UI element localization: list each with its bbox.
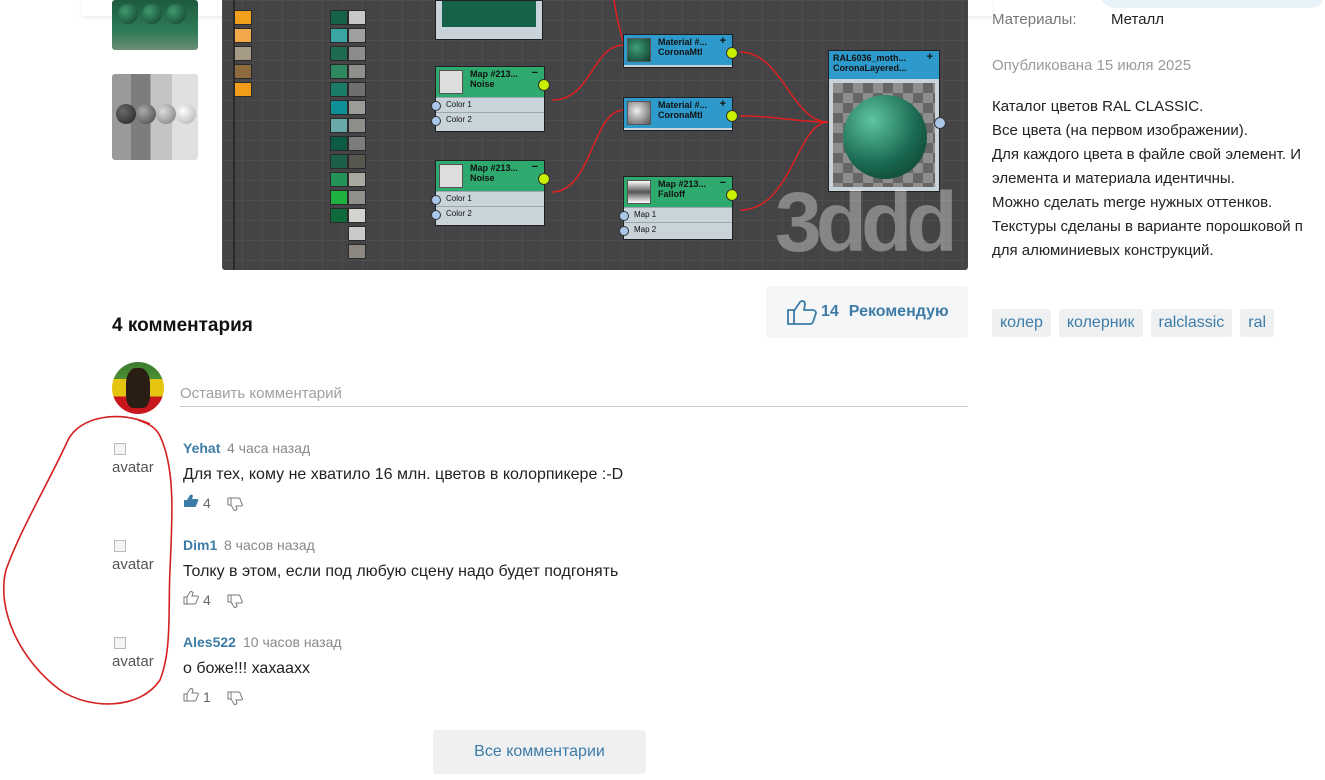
like-icon[interactable] [183, 591, 199, 605]
dislike-icon[interactable] [227, 497, 243, 511]
main-preview-image[interactable]: Map #213... Noise − Color 1 Color 2 Map … [222, 0, 968, 270]
noise-map-icon [439, 164, 463, 188]
broken-image-icon [114, 540, 126, 552]
like-icon[interactable] [183, 688, 199, 702]
recommend-count: 14 [821, 303, 839, 320]
material-preview-swatch [833, 83, 935, 187]
like-count: 4 [203, 495, 211, 511]
dislike-icon[interactable] [227, 594, 243, 608]
tag-koler[interactable]: колер [992, 309, 1051, 337]
comment-author[interactable]: Yehat [183, 440, 220, 456]
tag-list: колер колерник ralclassic ral [992, 309, 1275, 337]
recommend-label: Рекомендую [848, 303, 949, 320]
tag-ralclassic[interactable]: ralclassic [1150, 309, 1233, 337]
dislike-icon[interactable] [227, 691, 243, 705]
materials-label: Материалы: [992, 11, 1077, 28]
noise-node-1[interactable]: Map #213... Noise − Color 1 Color 2 [431, 66, 550, 132]
comment-avatar[interactable]: avatar [112, 540, 162, 574]
header-search-pill[interactable] [1100, 0, 1325, 8]
recommend-button[interactable]: 14 Рекомендую [766, 286, 968, 338]
published-date: Опубликована 15 июля 2025 [992, 57, 1192, 74]
comment-author[interactable]: Dim1 [183, 537, 217, 553]
tag-ral[interactable]: ral [1240, 309, 1275, 337]
noise-map-icon [439, 70, 463, 94]
comment-input[interactable] [180, 380, 968, 407]
comment-time: 10 часов назад [243, 634, 342, 650]
comments-title: 4 комментария [112, 315, 253, 336]
thumbs-up-icon [787, 300, 817, 325]
comment-time: 8 часов назад [224, 537, 315, 553]
material-node-2[interactable]: Material #... CoronaMtl + [623, 97, 738, 131]
materials-value[interactable]: Металл [1111, 11, 1164, 28]
noise-node-2[interactable]: Map #213... Noise − Color 1 Color 2 [431, 160, 550, 226]
falloff-map-icon [627, 180, 651, 204]
current-user-avatar[interactable] [112, 362, 164, 414]
description: Каталог цветов RAL CLASSIC. Все цвета (н… [992, 98, 1303, 259]
comment-text: о боже!!! хахаахх [183, 660, 310, 677]
comment-avatar[interactable]: avatar [112, 637, 162, 671]
watermark-logo: 3ddd [775, 175, 958, 269]
comment-time: 4 часа назад [227, 440, 311, 456]
material-sphere-icon [627, 38, 651, 62]
material-node-1[interactable]: Material #... CoronaMtl + [623, 34, 738, 68]
all-comments-button[interactable]: Все комментарии [433, 730, 646, 774]
material-sphere-icon [627, 101, 651, 125]
comment-text: Для тех, кому не хватило 16 млн. цветов … [183, 466, 624, 483]
comment-author[interactable]: Ales522 [183, 634, 236, 650]
gallery-thumbnail-gray[interactable] [112, 74, 198, 160]
comment-avatar[interactable]: avatar [112, 443, 162, 477]
falloff-node[interactable]: Map #213... Falloff − Map 1 Map 2 [619, 176, 738, 240]
broken-image-icon [114, 637, 126, 649]
gallery-thumbnail-green[interactable] [112, 0, 198, 50]
comment-text: Толку в этом, если под любую сцену надо … [183, 563, 619, 580]
like-count: 4 [203, 592, 211, 608]
broken-image-icon [114, 443, 126, 455]
like-icon-active[interactable] [183, 494, 199, 508]
like-count: 1 [203, 689, 211, 705]
tag-kolernik[interactable]: колерник [1058, 309, 1143, 337]
layered-material-node[interactable]: RAL6036_moth... CoronaLayered... + [828, 50, 946, 192]
